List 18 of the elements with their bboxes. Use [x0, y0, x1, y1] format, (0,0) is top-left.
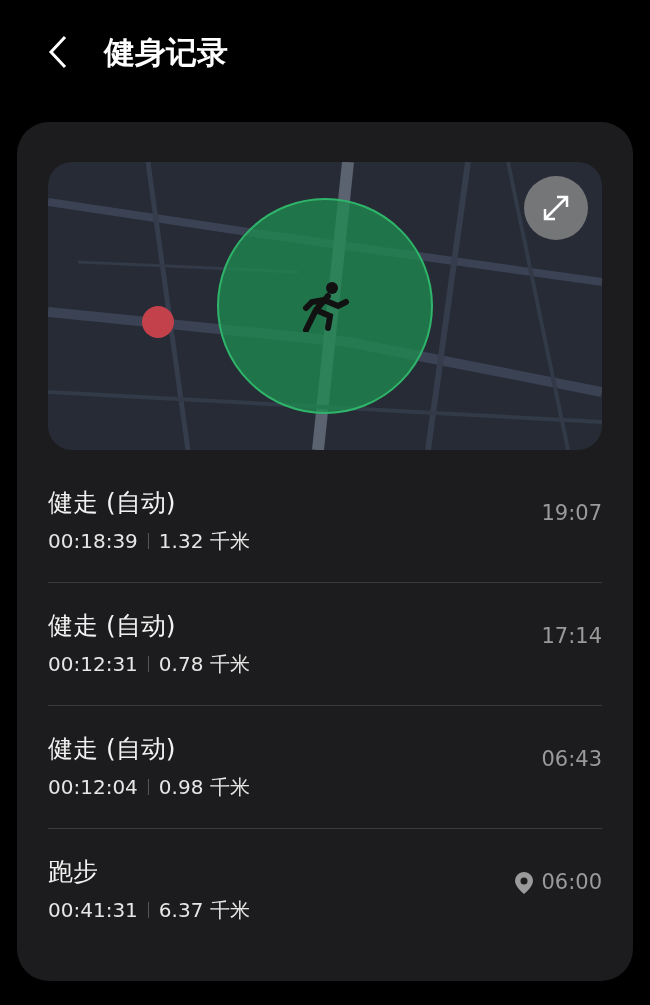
activity-name: 健走 (自动) [48, 487, 177, 519]
duration: 00:12:31 [48, 651, 138, 678]
record-time: 19:07 [541, 500, 602, 527]
distance: 1.32 千米 [158, 528, 250, 555]
distance: 0.78 千米 [158, 651, 250, 678]
record-time: 06:00 [541, 869, 602, 896]
record-time: 17:14 [541, 623, 602, 650]
expand-icon [541, 193, 571, 223]
page-title: 健身记录 [104, 32, 228, 72]
distance: 6.37 千米 [158, 897, 250, 924]
activity-name: 跑步 [48, 856, 99, 888]
duration: 00:41:31 [48, 897, 138, 924]
activity-name: 健走 (自动) [48, 610, 177, 642]
distance: 0.98 千米 [158, 774, 250, 801]
duration: 00:12:04 [48, 774, 138, 801]
duration: 00:18:39 [48, 528, 138, 555]
record-time: 06:43 [541, 746, 602, 773]
activity-name: 健走 (自动) [48, 733, 177, 765]
